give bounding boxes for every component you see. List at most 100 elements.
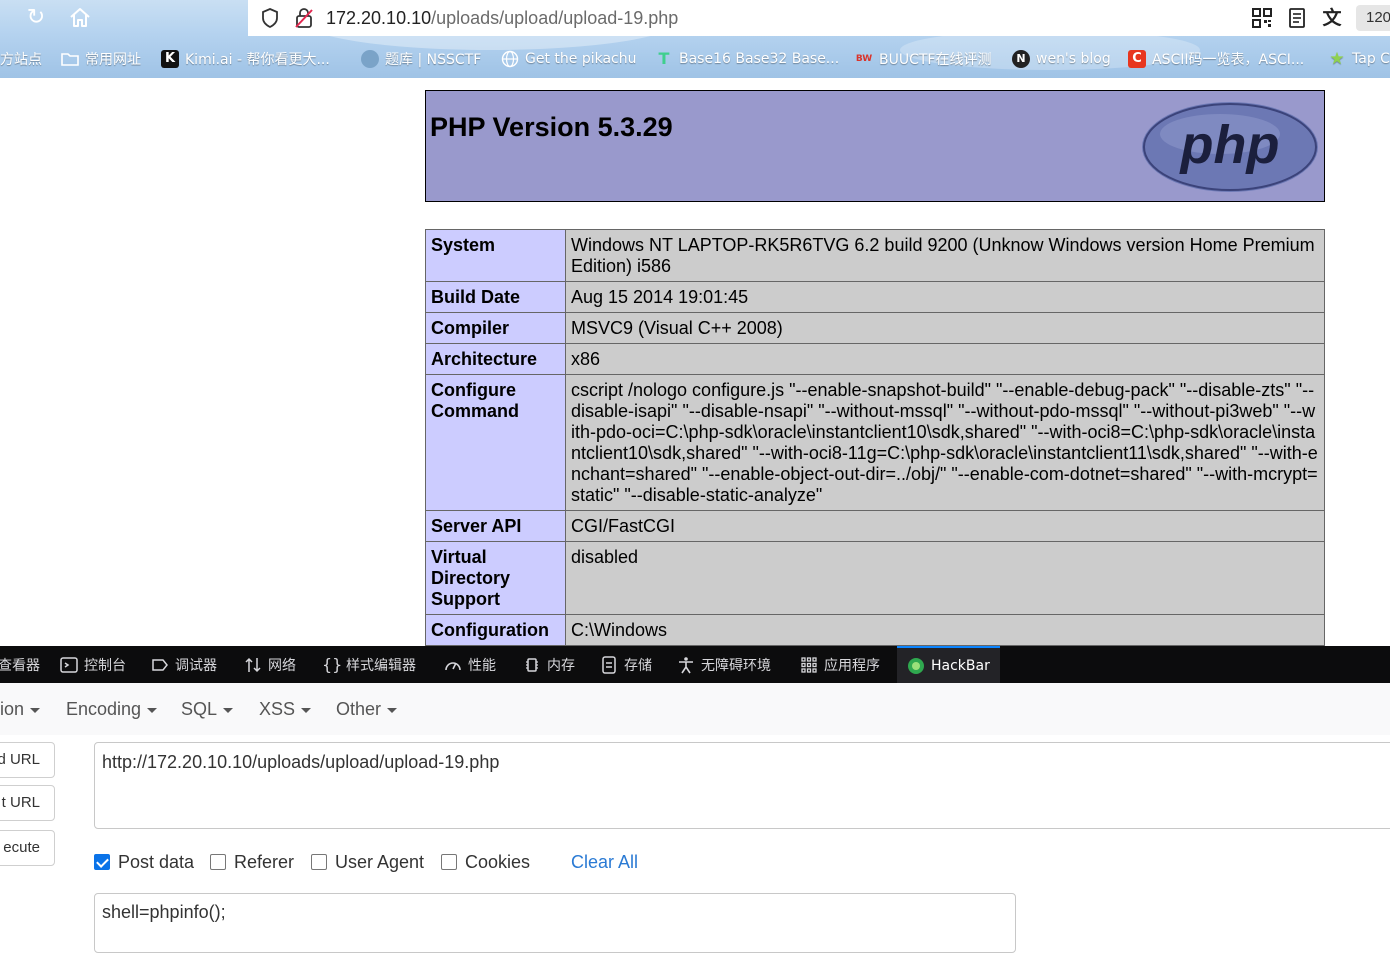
menu-xss[interactable]: XSS: [259, 697, 312, 721]
tab-label: 存储: [624, 657, 652, 674]
bookmark-item[interactable]: 题库 | NSSCTF: [361, 47, 481, 71]
cookies-checkbox[interactable]: Cookies: [441, 850, 530, 874]
memory-icon: [523, 656, 541, 674]
qr-code-icon[interactable]: [1252, 8, 1272, 28]
bookmark-item[interactable]: 方站点: [0, 47, 42, 71]
performance-icon: [444, 656, 462, 674]
split-url-button[interactable]: t URL: [0, 785, 55, 821]
row-key: Architecture: [425, 343, 566, 375]
menu-sql[interactable]: SQL: [181, 697, 234, 721]
reload-icon[interactable]: ↻: [22, 6, 50, 30]
execute-button[interactable]: ecute: [0, 830, 55, 866]
debugger-icon: [151, 656, 169, 674]
row-key: Server API: [425, 510, 566, 542]
menu-label: ion: [0, 699, 25, 719]
reader-view-icon[interactable]: [1288, 8, 1306, 28]
tab-hackbar[interactable]: HackBar: [897, 646, 1000, 683]
bookmark-item[interactable]: Get the pikachu: [501, 47, 637, 71]
nssctf-icon: [361, 50, 379, 68]
row-key: Compiler: [425, 312, 566, 344]
url-textarea[interactable]: http://172.20.10.10/uploads/upload/uploa…: [94, 742, 1390, 829]
application-icon: [800, 656, 818, 674]
row-value: disabled: [565, 541, 1325, 615]
tab-network[interactable]: 网络: [244, 646, 296, 683]
table-row: Build Date Aug 15 2014 19:01:45: [425, 281, 1325, 313]
tab-accessibility[interactable]: 无障碍环境: [677, 646, 771, 683]
bookmark-item[interactable]: ★ Tap C: [1328, 47, 1390, 71]
tab-label: 网络: [268, 657, 296, 674]
tab-label: 查看器: [0, 657, 40, 674]
checkbox-unchecked[interactable]: [311, 854, 327, 870]
bookmark-label: Tap C: [1352, 51, 1390, 67]
bookmark-item[interactable]: N wen's blog: [1012, 47, 1111, 71]
zoom-level-badge[interactable]: 120: [1356, 5, 1390, 31]
menu-label: SQL: [181, 699, 218, 719]
menu-other[interactable]: Other: [336, 697, 398, 721]
phpinfo-table: System Windows NT LAPTOP-RK5R6TVG 6.2 bui…: [425, 229, 1325, 646]
bookmark-label: ASCII码一览表，ASCI...: [1152, 52, 1305, 68]
caret-down-icon: [223, 707, 234, 713]
menu-action[interactable]: ion: [0, 697, 41, 721]
translate-icon[interactable]: 文: [1320, 6, 1344, 30]
shield-icon[interactable]: [260, 7, 280, 29]
checkbox-label: User Agent: [335, 851, 425, 872]
table-row: System Windows NT LAPTOP-RK5R6TVG 6.2 bui…: [425, 229, 1325, 282]
tab-storage[interactable]: 存储: [600, 646, 652, 683]
tab-label: 性能: [468, 657, 496, 674]
php-logo-text: php: [1179, 115, 1280, 175]
caret-down-icon: [387, 707, 398, 713]
bookmark-label: 方站点: [0, 52, 42, 68]
console-icon: [60, 656, 78, 674]
tab-label: 应用程序: [824, 657, 880, 674]
page-title: PHP Version 5.3.29: [430, 112, 673, 142]
checkbox-unchecked[interactable]: [210, 854, 226, 870]
bookmark-item[interactable]: T Base16 Base32 Base...: [655, 47, 840, 71]
row-value: cscript /nologo configure.js "--enable-s…: [565, 374, 1325, 511]
menu-label: Encoding: [66, 699, 142, 719]
bookmark-label: 题库 | NSSCTF: [385, 52, 482, 68]
clear-all-link[interactable]: Clear All: [571, 850, 638, 874]
insecure-lock-icon[interactable]: [294, 7, 314, 29]
table-row: Virtual Directory Support disabled: [425, 541, 1325, 615]
post-data-textarea[interactable]: shell=phpinfo();: [94, 893, 1016, 953]
bookmark-label: wen's blog: [1036, 51, 1111, 67]
row-value: Aug 15 2014 19:01:45: [565, 281, 1325, 313]
menu-encoding[interactable]: Encoding: [66, 697, 158, 721]
table-row: Compiler MSVC9 (Visual C++ 2008): [425, 312, 1325, 344]
tool-icon: T: [658, 49, 670, 68]
style-editor-icon: {}: [322, 654, 343, 674]
load-url-button[interactable]: d URL: [0, 742, 55, 778]
tab-label: 内存: [547, 657, 575, 674]
url-host: 172.20.10.10: [326, 8, 432, 28]
url-text[interactable]: 172.20.10.10/uploads/upload/upload-19.ph…: [326, 6, 678, 30]
row-value: C:\Windows: [565, 614, 1325, 646]
tab-inspector[interactable]: 查看器: [0, 646, 40, 683]
checkbox-checked[interactable]: [94, 854, 110, 870]
caret-down-icon: [147, 707, 158, 713]
tab-debugger[interactable]: 调试器: [151, 646, 217, 683]
tab-style-editor[interactable]: {} 样式编辑器: [322, 646, 416, 683]
bookmark-item[interactable]: K Kimi.ai - 帮你看更大...: [161, 47, 330, 71]
star-icon: ★: [1329, 49, 1345, 69]
bookmark-label: Base16 Base32 Base...: [679, 51, 840, 67]
referer-checkbox[interactable]: Referer: [210, 850, 294, 874]
tab-memory[interactable]: 内存: [523, 646, 575, 683]
bookmark-item[interactable]: C ASCII码一览表，ASCI...: [1128, 47, 1304, 71]
bookmark-folder[interactable]: 常用网址: [61, 47, 141, 71]
network-icon: [244, 656, 262, 674]
row-key: Configure Command: [425, 374, 566, 511]
tab-application[interactable]: 应用程序: [800, 646, 880, 683]
csdn-icon: C: [1128, 50, 1146, 68]
home-icon[interactable]: [66, 6, 94, 30]
kimi-icon: K: [161, 50, 179, 68]
tab-label: 调试器: [175, 657, 217, 674]
checkbox-unchecked[interactable]: [441, 854, 457, 870]
post-data-checkbox[interactable]: Post data: [94, 850, 194, 874]
tab-console[interactable]: 控制台: [60, 646, 126, 683]
tab-performance[interactable]: 性能: [444, 646, 496, 683]
table-row: Configuration C:\Windows: [425, 614, 1325, 646]
checkbox-label: Referer: [234, 851, 295, 872]
php-logo[interactable]: php: [1140, 100, 1320, 194]
user-agent-checkbox[interactable]: User Agent: [311, 850, 424, 874]
bookmark-item[interactable]: BW BUUCTF在线评测: [855, 47, 992, 71]
